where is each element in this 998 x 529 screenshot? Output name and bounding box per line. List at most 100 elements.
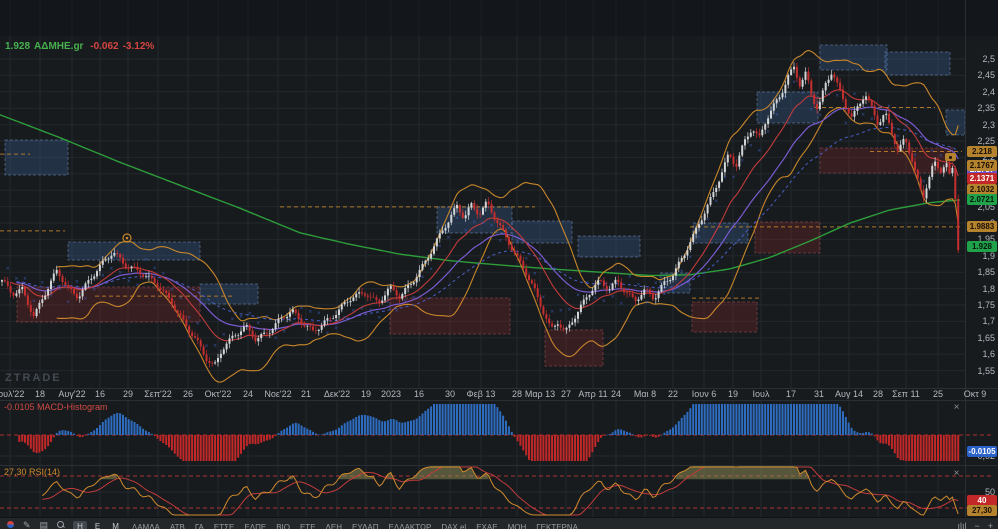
date-label: 2023: [380, 389, 402, 399]
ticker-shortcut[interactable]: ΕΧΑΕ: [476, 521, 497, 529]
price-tick: 2,45: [977, 70, 995, 81]
zoom-in-icon[interactable]: +: [988, 521, 993, 529]
svg-text:×: ×: [153, 266, 157, 272]
date-label: Ιουλ'22: [0, 389, 25, 399]
ticker-shortcut[interactable]: ΜΟΗ: [508, 521, 527, 529]
svg-text:×: ×: [239, 314, 243, 320]
svg-text:×: ×: [118, 271, 122, 277]
ticker-shortcut[interactable]: ΕΛΛΑΚΤΩΡ: [389, 521, 432, 529]
svg-text:×: ×: [896, 134, 900, 140]
price-alert-icon[interactable]: [945, 153, 956, 161]
ticker-shortcut[interactable]: ΓΑ: [195, 521, 204, 529]
date-label: Νοε'22: [264, 389, 292, 399]
svg-text:×: ×: [576, 293, 580, 299]
svg-text:×: ×: [542, 295, 546, 301]
price-tick: 1,55: [977, 365, 995, 376]
marker-icon[interactable]: [7, 521, 14, 528]
svg-text:×: ×: [438, 244, 442, 250]
svg-text:×: ×: [58, 287, 62, 293]
price-tick: 1,85: [977, 267, 995, 278]
bottom-toolbar: ✎ ▤ ΗΕΜ ΛΑΜΔΑ ΑΤΒ ΓΑ ΕΤΣΕ ΕΛΠΕ ΒΙΟ ΕΤΕ ΔΕΗ ΕΥΔΑΠ…: [0, 517, 998, 529]
svg-text:×: ×: [628, 275, 632, 281]
ticker-shortcut[interactable]: ΒΙΟ: [276, 521, 290, 529]
svg-text:×: ×: [360, 307, 364, 313]
svg-text:×: ×: [265, 315, 269, 321]
svg-text:×: ×: [257, 321, 261, 327]
svg-text:×: ×: [516, 239, 520, 245]
svg-text:×: ×: [594, 296, 598, 302]
svg-text:×: ×: [144, 257, 148, 263]
layout-icon[interactable]: ▤: [40, 521, 49, 529]
date-label: 30: [444, 389, 456, 399]
ticker-shortcut[interactable]: ΕΤΕ: [300, 521, 316, 529]
ticker-shortcut[interactable]: DAX.el: [441, 521, 466, 529]
date-label: 18: [34, 389, 46, 399]
svg-text:×: ×: [879, 105, 883, 111]
date-label: 24: [242, 389, 254, 399]
ticker-shortcut[interactable]: ΛΑΜΔΑ: [132, 521, 160, 529]
svg-text:×: ×: [300, 306, 304, 312]
svg-text:×: ×: [835, 94, 839, 100]
svg-text:×: ×: [585, 280, 589, 286]
pencil-icon[interactable]: ✎: [23, 521, 31, 529]
svg-text:×: ×: [810, 108, 814, 114]
date-axis[interactable]: Ιουλ'22 18 Αυγ'22 16 29 Σεπ'22 26 Οκτ'22 24 Νοε'2…: [0, 388, 998, 400]
date-label: Ιουν 6: [691, 389, 717, 399]
ticker-shortcut[interactable]: ΑΤΒ: [170, 521, 185, 529]
date-label: Δεκ'22: [323, 389, 351, 399]
svg-text:×: ×: [680, 269, 684, 275]
svg-text:×: ×: [861, 113, 865, 119]
date-label: 16: [413, 389, 425, 399]
trading-chart-window: × × × × × × × × × × × × × × × × × × × × × × × × × × × × × × × × × × × × × × × ×…: [0, 0, 998, 529]
date-label: Αυγ'22: [58, 389, 86, 399]
last-price: 1.928: [5, 41, 31, 52]
svg-text:×: ×: [317, 311, 321, 317]
date-label: Σεπ 11: [892, 389, 920, 399]
histogram-icon[interactable]: ılıl: [957, 521, 966, 529]
svg-text:×: ×: [179, 296, 183, 302]
timeframe-button-Μ[interactable]: Μ: [108, 521, 123, 529]
rsi-ma-badge: 40: [967, 494, 997, 506]
svg-text:×: ×: [66, 300, 70, 306]
rsi-close-icon[interactable]: ×: [951, 468, 962, 479]
svg-text:×: ×: [429, 267, 433, 273]
svg-text:×: ×: [464, 228, 468, 234]
price-tick: 2,25: [977, 136, 995, 146]
timeframe-button-Ε[interactable]: Ε: [91, 521, 104, 529]
price-tick: 1,9: [982, 250, 995, 261]
ticker-shortcut[interactable]: ΕΤΣΕ: [214, 521, 235, 529]
price-tick: 1,65: [977, 332, 995, 343]
svg-text:×: ×: [740, 158, 744, 164]
main-chart-canvas[interactable]: × × × × × × × × × × × × × × × × × × × × × × × × × × × × × × × × × × × × × × × ×…: [0, 0, 998, 529]
svg-text:×: ×: [32, 299, 36, 305]
price-tick: 2,5: [982, 54, 995, 64]
date-label: 17: [785, 389, 797, 399]
svg-text:×: ×: [490, 224, 494, 230]
timeframe-button-Η[interactable]: Η: [73, 521, 87, 529]
zoom-out-icon[interactable]: −: [974, 521, 979, 529]
date-label: Μαρ 13: [524, 389, 556, 399]
svg-text:×: ×: [274, 336, 278, 342]
timeframe-buttons: ΗΕΜ: [73, 521, 123, 529]
ticker-shortcut[interactable]: ΓΕΚΤΕΡΝΑ: [536, 521, 578, 529]
price-axis[interactable]: 2,52,452,42,352,32,252,22,152,12,0521,95…: [966, 0, 998, 517]
svg-text:×: ×: [205, 344, 209, 350]
macd-pane-label: -0.0105 MACD-Histogram: [4, 402, 108, 412]
svg-text:×: ×: [248, 312, 252, 318]
price-badge: 1.928: [967, 241, 997, 253]
search-icon[interactable]: [57, 521, 65, 528]
ticker-shortcut[interactable]: ΕΥΔΑΠ: [352, 521, 379, 529]
svg-text:×: ×: [507, 226, 511, 232]
svg-text:×: ×: [222, 332, 226, 338]
svg-text:×: ×: [473, 220, 477, 226]
svg-text:×: ×: [645, 301, 649, 307]
svg-text:×: ×: [49, 294, 53, 300]
ticker-shortcut[interactable]: ΕΛΠΕ: [244, 521, 266, 529]
rsi-pane-label: 27,30 RSI(14): [4, 467, 61, 477]
price-tick: 1,8: [982, 283, 995, 294]
ticker-shortcut[interactable]: ΔΕΗ: [326, 521, 342, 529]
date-label: 21: [300, 389, 312, 399]
macd-close-icon[interactable]: ×: [951, 402, 962, 413]
date-label: 26: [182, 389, 194, 399]
svg-text:×: ×: [775, 112, 779, 118]
